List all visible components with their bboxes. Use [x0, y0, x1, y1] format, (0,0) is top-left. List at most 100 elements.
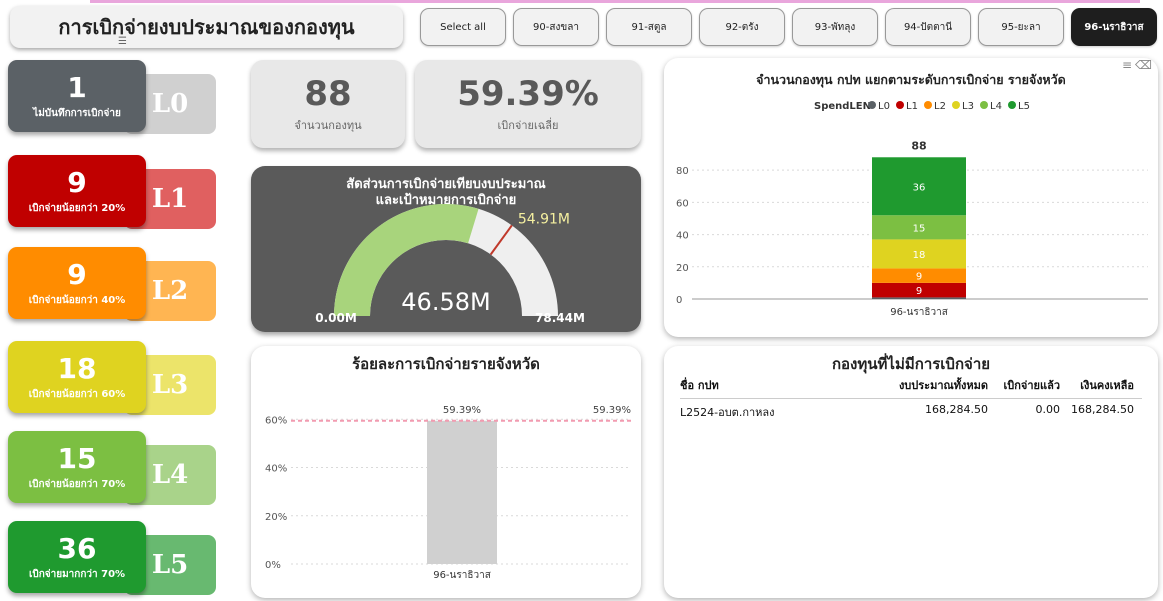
- level-count-box: 36 เบิกจ่ายมากกว่า 70%: [8, 521, 146, 593]
- x-tick-label: 96-นราธิวาส: [890, 307, 948, 318]
- legend-swatch-l2[interactable]: [924, 101, 932, 109]
- table-cell: 168,284.50: [925, 403, 988, 416]
- legend-swatch-l3[interactable]: [952, 101, 960, 109]
- level-count-box: 9 เบิกจ่ายน้อยกว่า 20%: [8, 155, 146, 227]
- level-count-box: 9 เบิกจ่ายน้อยกว่า 40%: [8, 247, 146, 319]
- level-caption: เบิกจ่ายน้อยกว่า 40%: [28, 294, 126, 306]
- legend-swatch-l4[interactable]: [980, 101, 988, 109]
- level-count: 15: [57, 441, 97, 475]
- percent-chart-panel: ร้อยละการเบิกจ่ายรายจังหวัด 0% 20% 40% 60% …: [251, 346, 641, 598]
- stacked-bar-chart: SpendLEN L0 L1 L2 L3 L4 L5 0 20 40 60 80 9 9 18 15 36…: [676, 101, 1148, 318]
- legend-label-l0[interactable]: L0: [878, 101, 890, 112]
- no-spend-table: ชื่อ กปท งบประมาณทั้งหมด เบิกจ่ายแล้ว เง…: [680, 376, 1142, 421]
- kpi-fund-count-label: จำนวนกองทุน: [294, 119, 362, 132]
- legend-title: SpendLEN: [814, 101, 871, 112]
- table-header: ชื่อ กปท งบประมาณทั้งหมด เบิกจ่ายแล้ว เง…: [680, 376, 1142, 399]
- percent-bars: 59.39% 96-นราธิวาส 59.39%: [291, 405, 631, 581]
- segment-label: 18: [913, 250, 926, 261]
- legend-swatch-l5[interactable]: [1008, 101, 1016, 109]
- gauge-title-line1: สัดส่วนการเบิกจ่ายเทียบงบประมาณ: [346, 176, 545, 192]
- filter-icon[interactable]: ☰: [118, 36, 127, 47]
- top-accent-strip: [90, 0, 1140, 3]
- bar-segment-l0[interactable]: [872, 297, 966, 299]
- slicer-button-3[interactable]: 92-ตรัง: [699, 8, 785, 46]
- level-count-box: 15 เบิกจ่ายน้อยกว่า 70%: [8, 431, 146, 503]
- y-tick-label: 80: [676, 166, 689, 177]
- legend-label-l3[interactable]: L3: [962, 101, 974, 112]
- slicer-button-7[interactable]: 96-นราธิวาส: [1071, 8, 1157, 46]
- table-cell: L2524-อบต.กาหลง: [680, 406, 775, 419]
- legend-label-l4[interactable]: L4: [990, 101, 1002, 112]
- table-col-budget[interactable]: งบประมาณทั้งหมด: [870, 376, 988, 394]
- table-panel-title: กองทุนที่ไม่มีการเบิกจ่าย: [831, 355, 991, 373]
- level-count: 1: [67, 70, 87, 104]
- gauge-min-label: 0.00M: [315, 311, 357, 325]
- slicer-button-1[interactable]: 90-สงขลา: [513, 8, 599, 46]
- y-tick-label: 40%: [265, 464, 287, 475]
- kpi-fund-count: 88 จำนวนกองทุน: [251, 60, 405, 148]
- level-caption: เบิกจ่ายน้อยกว่า 70%: [28, 478, 126, 490]
- legend-swatch-l0[interactable]: [868, 101, 876, 109]
- table-col-name[interactable]: ชื่อ กปท: [680, 376, 870, 394]
- table-col-spent[interactable]: เบิกจ่ายแล้ว: [988, 376, 1060, 394]
- gauge-chart: สัดส่วนการเบิกจ่ายเทียบงบประมาณ และเป้าห…: [315, 176, 585, 325]
- slicer-button-0[interactable]: Select all: [420, 8, 506, 46]
- level-count-box: 1 ไม่บันทึกการเบิกจ่าย: [8, 60, 146, 132]
- level-card-l5[interactable]: L5 36 เบิกจ่ายมากกว่า 70%: [8, 521, 216, 595]
- level-caption: ไม่บันทึกการเบิกจ่าย: [33, 107, 121, 119]
- level-card-l2[interactable]: L2 9 เบิกจ่ายน้อยกว่า 40%: [8, 247, 216, 321]
- y-tick-label: 20%: [265, 512, 287, 523]
- level-count: 18: [57, 351, 97, 385]
- y-tick-label: 0: [676, 295, 682, 306]
- x-tick-label: 96-นราธิวาส: [433, 570, 491, 581]
- level-count: 36: [57, 531, 97, 565]
- table-cell: 168,284.50: [1071, 403, 1134, 416]
- page-title: การเบิกจ่ายงบประมาณของกองทุน: [10, 6, 403, 48]
- level-caption: เบิกจ่ายมากกว่า 70%: [28, 568, 126, 580]
- stacked-bars: 9 9 18 15 36 88 96-นราธิวาส: [872, 139, 966, 318]
- stacked-legend: L0 L1 L2 L3 L4 L5: [868, 101, 1030, 112]
- y-tick-label: 60: [676, 198, 689, 209]
- kpi-avg-spend: 59.39% เบิกจ่ายเฉลี่ย: [415, 60, 641, 148]
- kpi-avg-spend-label: เบิกจ่ายเฉลี่ย: [497, 119, 559, 132]
- y-tick-label: 60%: [265, 415, 287, 426]
- kpi-avg-spend-value: 59.39%: [457, 74, 599, 114]
- segment-label: 36: [913, 182, 926, 193]
- percent-bar-chart: 0% 20% 40% 60% 59.39% 96-นราธิวาส 59.39%: [265, 405, 631, 581]
- stacked-chart-panel: จำนวนกองทุน กปท แยกตามระดับการเบิกจ่าย ร…: [664, 58, 1158, 337]
- legend-label-l5[interactable]: L5: [1018, 101, 1030, 112]
- bar-total-label: 88: [911, 139, 926, 152]
- legend-label-l2[interactable]: L2: [934, 101, 946, 112]
- bar-value-label: 59.39%: [443, 405, 481, 416]
- level-card-l4[interactable]: L4 15 เบิกจ่ายน้อยกว่า 70%: [8, 431, 216, 505]
- level-count: 9: [67, 165, 87, 199]
- level-caption: เบิกจ่ายน้อยกว่า 60%: [28, 388, 126, 400]
- reference-line-label: 59.39%: [593, 405, 631, 416]
- slicer-button-2[interactable]: 91-สตูล: [606, 8, 692, 46]
- segment-label: 15: [913, 223, 926, 234]
- level-card-l1[interactable]: L1 9 เบิกจ่ายน้อยกว่า 20%: [8, 155, 216, 229]
- gauge-card: สัดส่วนการเบิกจ่ายเทียบงบประมาณ และเป้าห…: [251, 166, 641, 332]
- level-caption: เบิกจ่ายน้อยกว่า 20%: [28, 202, 126, 214]
- level-count: 9: [67, 257, 87, 291]
- table-cell: 0.00: [1035, 403, 1061, 416]
- y-tick-label: 40: [676, 231, 689, 242]
- slicer-button-4[interactable]: 93-พัทลุง: [792, 8, 878, 46]
- legend-label-l1[interactable]: L1: [906, 101, 918, 112]
- gauge-max-label: 78.44M: [535, 311, 585, 325]
- segment-label: 9: [916, 272, 922, 283]
- table-col-remaining[interactable]: เงินคงเหลือ: [1060, 376, 1134, 394]
- y-tick-label: 20: [676, 263, 689, 274]
- level-card-l3[interactable]: L3 18 เบิกจ่ายน้อยกว่า 60%: [8, 341, 216, 415]
- percent-bar[interactable]: [427, 420, 497, 564]
- segment-label: 9: [916, 286, 922, 297]
- level-card-l0[interactable]: L0 1 ไม่บันทึกการเบิกจ่าย: [8, 60, 216, 134]
- table-row[interactable]: L2524-อบต.กาหลง 168,284.50 0.00 168,284.…: [680, 399, 1142, 421]
- slicer-button-5[interactable]: 94-ปัตตานี: [885, 8, 971, 46]
- legend-swatch-l1[interactable]: [896, 101, 904, 109]
- gauge-target-label: 54.91M: [518, 211, 570, 227]
- slicer-button-6[interactable]: 95-ยะลา: [978, 8, 1064, 46]
- level-count-box: 18 เบิกจ่ายน้อยกว่า 60%: [8, 341, 146, 413]
- gauge-value-label: 46.58M: [401, 288, 490, 316]
- y-tick-label: 0%: [265, 560, 281, 571]
